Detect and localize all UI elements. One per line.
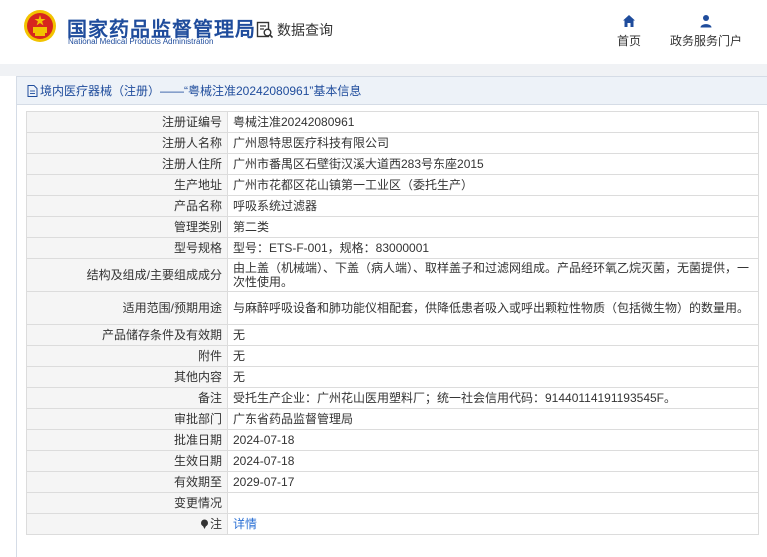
table-row: 适用范围/预期用途 与麻醉呼吸设备和肺功能仪相配套，供降低患者吸入或呼出颗粒性物…	[26, 291, 759, 325]
row-label: 审批部门	[26, 408, 228, 430]
row-value: 2029-07-17	[227, 471, 759, 493]
row-label: 生效日期	[26, 450, 228, 472]
site-header: 国家药品监督管理局 National Medical Products Admi…	[0, 0, 767, 64]
row-label: 适用范围/预期用途	[26, 291, 228, 325]
table-row: 附件 无	[26, 345, 759, 367]
user-icon	[700, 15, 712, 28]
info-table: 注册证编号 粤械注准20242080961 注册人名称 广州恩特思医疗科技有限公…	[26, 111, 759, 535]
table-row: 审批部门 广东省药品监督管理局	[26, 408, 759, 430]
row-value: 广州市花都区花山镇第一工业区（委托生产）	[227, 174, 759, 196]
panel-title: 境内医疗器械（注册）——“粤械注准20242080961”基本信息	[40, 84, 362, 98]
nav-services[interactable]: 政务服务门户	[665, 14, 747, 49]
row-label: 结构及组成/主要组成成分	[26, 258, 228, 292]
table-row: 注册人名称 广州恩特思医疗科技有限公司	[26, 132, 759, 154]
row-label: 注册人住所	[26, 153, 228, 175]
table-row: 产品名称 呼吸系统过滤器	[26, 195, 759, 217]
row-label: 附件	[26, 345, 228, 367]
row-label: 注册证编号	[26, 111, 228, 133]
document-icon	[27, 84, 38, 97]
table-row: 生效日期 2024-07-18	[26, 450, 759, 472]
row-value: 型号：ETS-F-001，规格：83000001	[227, 237, 759, 259]
row-value: 与麻醉呼吸设备和肺功能仪相配套，供降低患者吸入或呼出颗粒性物质（包括微生物）的数…	[227, 291, 759, 325]
row-value: 2024-07-18	[227, 450, 759, 472]
row-label: 生产地址	[26, 174, 228, 196]
row-value: 第二类	[227, 216, 759, 238]
nav-home-label: 首页	[616, 34, 641, 48]
row-label: 产品储存条件及有效期	[26, 324, 228, 346]
row-value: 无	[227, 366, 759, 388]
row-label: 管理类别	[26, 216, 228, 238]
panel-header: 境内医疗器械（注册）——“粤械注准20242080961”基本信息	[17, 77, 767, 105]
table-row: 产品储存条件及有效期 无	[26, 324, 759, 346]
table-row: 注册证编号 粤械注准20242080961	[26, 111, 759, 133]
row-value: 详情	[227, 513, 759, 535]
nav-services-label: 政务服务门户	[669, 34, 742, 48]
row-label: 注册人名称	[26, 132, 228, 154]
row-value: 2024-07-18	[227, 429, 759, 451]
table-row: 管理类别 第二类	[26, 216, 759, 238]
nav-home[interactable]: 首页	[611, 14, 647, 49]
row-label: 其他内容	[26, 366, 228, 388]
document-search-icon	[256, 21, 274, 39]
table-row: 生产地址 广州市花都区花山镇第一工业区（委托生产）	[26, 174, 759, 196]
table-row: 结构及组成/主要组成成分 由上盖（机械端）、下盖（病人端）、取样盖子和过滤网组成…	[26, 258, 759, 292]
row-label: 变更情况	[26, 492, 228, 514]
table-row: 有效期至 2029-07-17	[26, 471, 759, 493]
row-value: 粤械注准20242080961	[227, 111, 759, 133]
details-link[interactable]: 详情	[233, 517, 257, 531]
row-value: 由上盖（机械端）、下盖（病人端）、取样盖子和过滤网组成。产品经环氧乙烷灭菌，无菌…	[227, 258, 759, 292]
row-value: 广东省药品监督管理局	[227, 408, 759, 430]
row-value: 广州市番禺区石壁街汉溪大道西283号东座2015	[227, 153, 759, 175]
row-label-text: 注	[209, 517, 222, 531]
table-row: 批准日期 2024-07-18	[26, 429, 759, 451]
row-value: 无	[227, 324, 759, 346]
table-row: 型号规格 型号：ETS-F-001，规格：83000001	[26, 237, 759, 259]
table-row: 注册人住所 广州市番禺区石壁街汉溪大道西283号东座2015	[26, 153, 759, 175]
table-row: 备注 受托生产企业：广州花山医用塑料厂；统一社会信用代码：91440114191…	[26, 387, 759, 409]
pin-icon	[200, 519, 208, 529]
row-label: 备注	[26, 387, 228, 409]
row-value: 广州恩特思医疗科技有限公司	[227, 132, 759, 154]
table-row: 其他内容 无	[26, 366, 759, 388]
row-label: 有效期至	[26, 471, 228, 493]
data-query-link[interactable]: 数据查询	[256, 19, 333, 41]
row-label-note: 注	[26, 513, 228, 535]
row-value	[227, 492, 759, 514]
row-value: 受托生产企业：广州花山医用塑料厂；统一社会信用代码：91440114191193…	[227, 387, 759, 409]
detail-panel: 境内医疗器械（注册）——“粤械注准20242080961”基本信息 注册证编号 …	[16, 76, 767, 557]
row-value: 无	[227, 345, 759, 367]
table-row: 注 详情	[26, 513, 759, 535]
site-title-english: National Medical Products Administration	[68, 37, 214, 46]
row-label: 产品名称	[26, 195, 228, 217]
row-value: 呼吸系统过滤器	[227, 195, 759, 217]
data-query-label: 数据查询	[277, 22, 333, 38]
row-label: 批准日期	[26, 429, 228, 451]
row-label: 型号规格	[26, 237, 228, 259]
header-separator	[0, 64, 767, 76]
home-icon	[623, 15, 635, 27]
national-emblem-icon	[24, 10, 56, 42]
table-row: 变更情况	[26, 492, 759, 514]
